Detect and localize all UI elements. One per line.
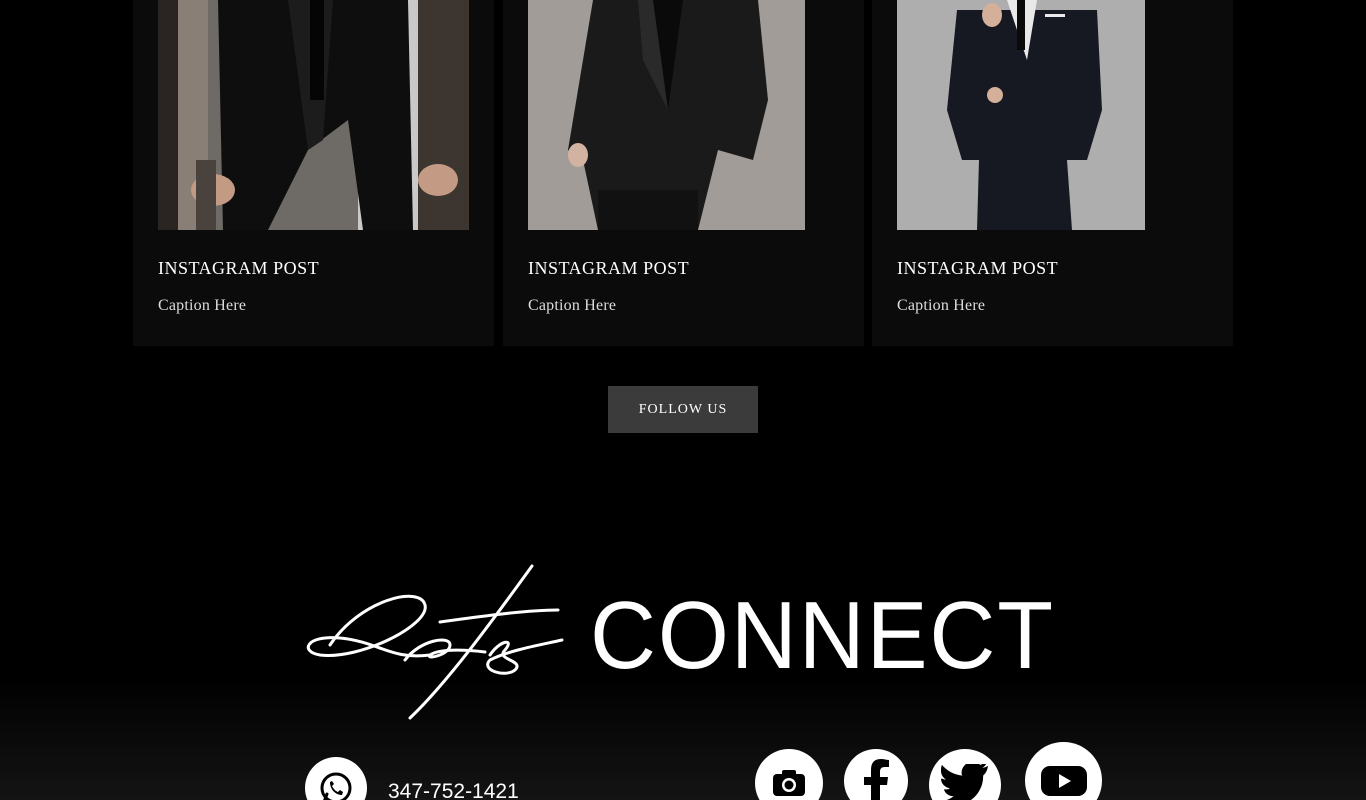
instagram-post-card[interactable]: INSTAGRAM POST Caption Here [872, 0, 1233, 346]
follow-us-button[interactable]: FOLLOW US [608, 386, 758, 433]
post-title: INSTAGRAM POST [158, 258, 320, 278]
post-photo[interactable] [528, 0, 805, 230]
social-links [0, 740, 1366, 800]
connect-word: CONNECT [590, 582, 1055, 689]
post-title: INSTAGRAM POST [897, 258, 1059, 278]
facebook-icon[interactable] [844, 749, 908, 800]
post-caption: Caption Here [158, 297, 247, 314]
twitter-icon[interactable] [929, 749, 1001, 800]
post-title: INSTAGRAM POST [528, 258, 690, 278]
camera-icon[interactable] [755, 749, 823, 800]
post-caption: Caption Here [897, 297, 986, 314]
instagram-feed: INSTAGRAM POST Caption Here INSTAGRAM PO… [133, 0, 1234, 346]
instagram-post-card[interactable]: INSTAGRAM POST Caption Here [133, 0, 494, 346]
youtube-icon[interactable] [1025, 742, 1102, 800]
post-photo[interactable] [897, 0, 1145, 230]
lets-script-word [307, 564, 564, 720]
post-photo[interactable] [158, 0, 469, 230]
instagram-post-card[interactable]: INSTAGRAM POST Caption Here [503, 0, 864, 346]
post-caption: Caption Here [528, 297, 617, 314]
lets-connect-heading: CONNECT [300, 560, 1070, 725]
